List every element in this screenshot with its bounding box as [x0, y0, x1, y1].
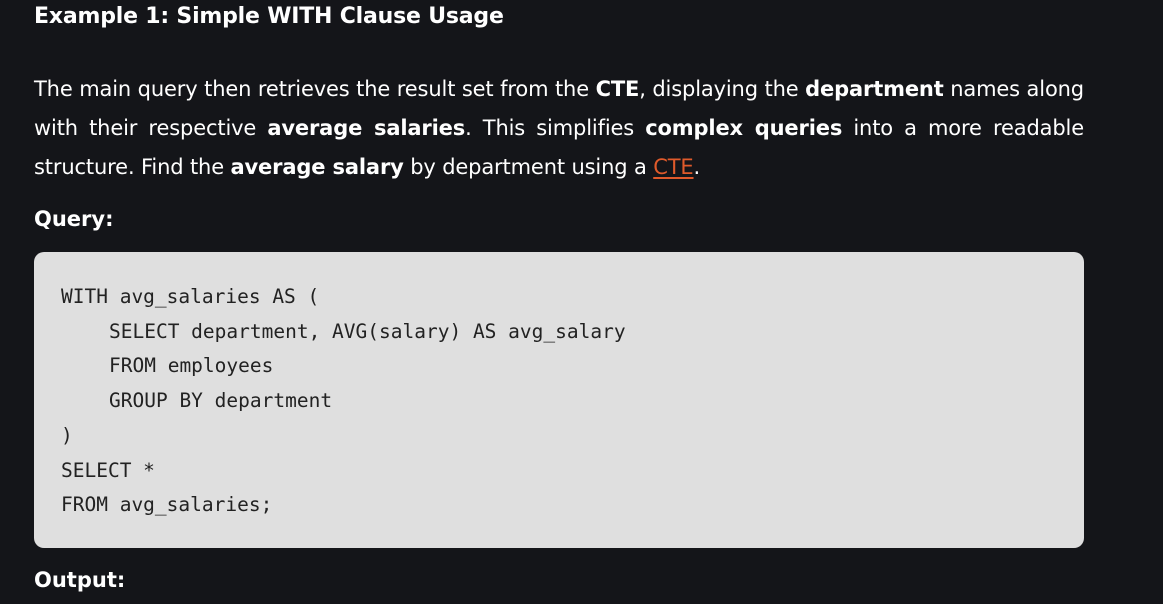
section-heading: Example 1: Simple WITH Clause Usage	[34, 4, 504, 29]
bold-term-department: department	[805, 77, 944, 101]
paragraph-text: .	[693, 155, 701, 179]
paragraph-text: , displaying the	[639, 77, 806, 101]
paragraph-text: . This simplifies	[465, 116, 646, 140]
bold-term-cte: CTE	[595, 77, 640, 101]
cte-link[interactable]: CTE	[653, 155, 693, 179]
output-label: Output:	[34, 568, 126, 592]
bold-term-average-salary: average salary	[230, 155, 404, 179]
paragraph-text: The main query then retrieves the result…	[34, 77, 596, 101]
query-label: Query:	[34, 207, 114, 231]
code-line: FROM avg_salaries;	[61, 493, 273, 517]
code-line: )	[61, 423, 73, 447]
paragraph-text: by department using a	[403, 155, 654, 179]
bold-term-average-salaries: average salaries	[267, 116, 466, 140]
code-line: WITH avg_salaries AS (	[61, 285, 320, 308]
code-line: SELECT *	[61, 458, 155, 482]
code-line: GROUP BY department	[109, 389, 333, 413]
code-block[interactable]: WITH avg_salaries AS ( SELECT department…	[34, 252, 1084, 548]
description-paragraph: The main query then retrieves the result…	[34, 70, 1084, 187]
bold-term-complex-queries: complex queries	[645, 116, 843, 140]
code-line: FROM employees	[109, 354, 274, 378]
code-line: SELECT department, AVG(salary) AS avg_sa…	[109, 319, 626, 343]
